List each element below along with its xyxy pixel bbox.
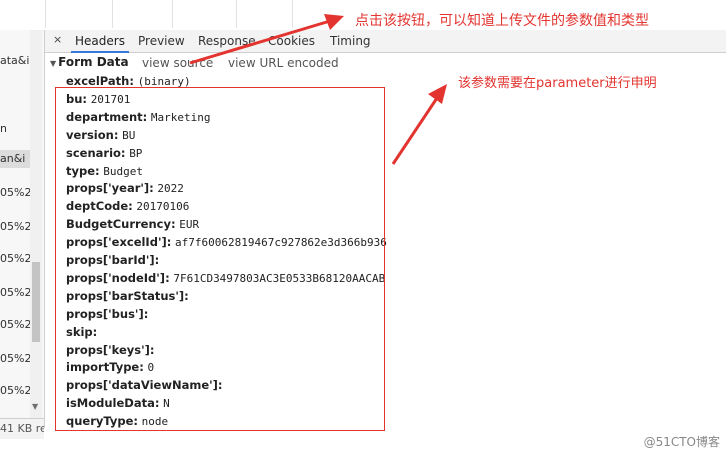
request-row[interactable]: 05%2	[0, 218, 30, 236]
arrow-line	[391, 97, 439, 165]
request-row[interactable]: ata&i	[0, 52, 30, 70]
detail-tabbar: × Headers Preview Response Cookies Timin…	[45, 30, 726, 53]
tab-response[interactable]: Response	[198, 34, 256, 48]
divider	[45, 0, 46, 28]
scrollbar-thumb[interactable]	[32, 262, 40, 342]
status-bar: 41 KB re	[0, 418, 44, 439]
request-row[interactable]: 05%2	[0, 350, 30, 368]
view-url-encoded-link[interactable]: view URL encoded	[228, 56, 339, 70]
request-row-selected[interactable]: an&i	[0, 150, 30, 168]
expand-triangle-icon[interactable]: ▼	[50, 59, 56, 68]
divider	[236, 0, 237, 28]
form-data-header[interactable]: ▼ Form Data	[50, 55, 129, 69]
request-list: ata&i n an&i 05%2 05%2 05%2 05%2 05%2 05…	[0, 30, 45, 428]
form-field-row: excelPath: (binary)	[66, 74, 191, 88]
request-row[interactable]	[0, 88, 30, 106]
tab-cookies[interactable]: Cookies	[268, 34, 315, 48]
form-data-title: Form Data	[58, 55, 129, 69]
request-row[interactable]: n	[0, 120, 30, 138]
annotation-text-2: 该参数需要在parameter进行申明	[458, 76, 657, 91]
tab-timing[interactable]: Timing	[330, 34, 371, 48]
divider	[292, 0, 293, 28]
view-source-link[interactable]: view source	[142, 56, 213, 70]
divider	[172, 0, 173, 28]
request-row[interactable]: 05%2	[0, 382, 30, 400]
tab-headers[interactable]: Headers	[71, 34, 129, 53]
tab-preview[interactable]: Preview	[138, 34, 185, 48]
request-row[interactable]: 05%2	[0, 284, 30, 302]
annotation-text-1: 点击该按钮，可以知道上传文件的参数值和类型	[355, 13, 649, 29]
request-list-scrollbar[interactable]: ▼	[30, 30, 42, 428]
request-row[interactable]: 05%2	[0, 250, 30, 268]
scroll-down-icon[interactable]: ▼	[32, 402, 38, 411]
arrow-head	[428, 84, 447, 104]
form-field-key: excelPath:	[66, 74, 134, 88]
close-icon[interactable]: ×	[53, 33, 62, 46]
request-row[interactable]: 05%2	[0, 316, 30, 334]
request-row[interactable]: 05%2	[0, 184, 30, 202]
divider	[112, 0, 113, 28]
watermark: @51CTO博客	[643, 435, 720, 449]
highlight-box	[55, 87, 385, 431]
